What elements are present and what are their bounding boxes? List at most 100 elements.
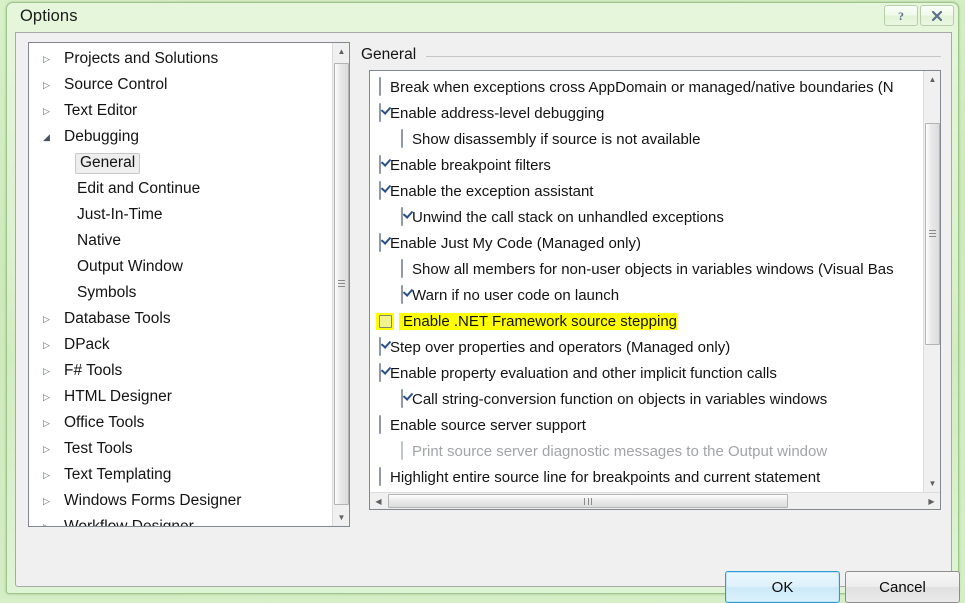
option-row[interactable]: Enable address-level debugging xyxy=(370,100,940,126)
question-mark-icon: ? xyxy=(898,9,904,23)
checkbox-unchecked-icon[interactable] xyxy=(401,259,403,278)
checkbox-wrapper xyxy=(379,363,381,382)
tree-item-edit-and-continue[interactable]: Edit and Continue xyxy=(29,176,329,202)
options-horizontal-scrollbar[interactable]: ◀ ▶ xyxy=(370,492,940,509)
tree-item-text-editor[interactable]: ▷ Text Editor xyxy=(29,98,329,124)
tree-item-label: Source Control xyxy=(64,75,168,93)
checkbox-checked-icon[interactable] xyxy=(379,103,381,122)
checkbox-unchecked-icon[interactable] xyxy=(379,314,392,328)
tree-item-label: Database Tools xyxy=(64,309,171,327)
option-row[interactable]: Enable breakpoint filters xyxy=(370,152,940,178)
checkbox-wrapper xyxy=(379,233,381,252)
chevron-right-icon[interactable]: ▷ xyxy=(41,340,59,350)
tree-item-text-templating[interactable]: ▷ Text Templating xyxy=(29,462,329,488)
checkbox-unchecked-icon[interactable] xyxy=(379,77,381,96)
chevron-right-icon[interactable]: ▷ xyxy=(41,54,59,64)
option-row[interactable]: Unwind the call stack on unhandled excep… xyxy=(370,204,940,230)
tree-item-label: Windows Forms Designer xyxy=(64,491,242,509)
tree-item-output-window[interactable]: Output Window xyxy=(29,254,329,280)
options-scroll-right-arrow[interactable]: ▶ xyxy=(923,493,940,509)
tree-scroll-up-arrow[interactable]: ▲ xyxy=(333,43,349,60)
option-row[interactable]: Highlight entire source line for breakpo… xyxy=(370,464,940,490)
tree-item-database-tools[interactable]: ▷ Database Tools xyxy=(29,306,329,332)
checkbox-checked-icon[interactable] xyxy=(401,389,403,408)
checkbox-unchecked-icon[interactable] xyxy=(379,415,381,434)
tree-item-label: Debugging xyxy=(64,127,139,145)
chevron-right-icon[interactable]: ▷ xyxy=(41,314,59,324)
ok-button[interactable]: OK xyxy=(725,571,840,603)
option-row[interactable]: Enable .NET Framework source stepping xyxy=(370,308,940,334)
chevron-right-icon[interactable]: ▷ xyxy=(41,444,59,454)
cancel-button[interactable]: Cancel xyxy=(845,571,960,603)
option-row[interactable]: Show all members for non-user objects in… xyxy=(370,256,940,282)
option-row[interactable]: Step over properties and operators (Mana… xyxy=(370,334,940,360)
section-title: General xyxy=(361,46,417,63)
option-row[interactable]: Enable Just My Code (Managed only) xyxy=(370,230,940,256)
options-scrollbar-thumb[interactable] xyxy=(925,123,940,345)
options-scroll-down-arrow[interactable]: ▼ xyxy=(924,475,940,492)
checkbox-checked-icon[interactable] xyxy=(379,337,381,356)
tree-item-html-designer[interactable]: ▷ HTML Designer xyxy=(29,384,329,410)
option-row[interactable]: Enable the exception assistant xyxy=(370,178,940,204)
checkbox-wrapper xyxy=(376,312,394,330)
chevron-right-icon[interactable]: ▷ xyxy=(41,522,59,526)
tree-item-label: Symbols xyxy=(77,283,137,301)
options-hscrollbar-thumb[interactable] xyxy=(388,494,788,508)
help-button[interactable]: ? xyxy=(884,5,918,26)
chevron-right-icon[interactable]: ▷ xyxy=(41,496,59,506)
tree-item-source-control[interactable]: ▷ Source Control xyxy=(29,72,329,98)
tree-item-test-tools[interactable]: ▷ Test Tools xyxy=(29,436,329,462)
checkbox-checked-icon[interactable] xyxy=(401,285,403,304)
tree-item-label: Projects and Solutions xyxy=(64,49,219,67)
checkbox-checked-icon[interactable] xyxy=(401,207,403,226)
chevron-right-icon[interactable]: ▷ xyxy=(41,80,59,90)
checkbox-wrapper xyxy=(379,181,381,200)
tree-item-dpack[interactable]: ▷ DPack xyxy=(29,332,329,358)
tree-item-just-in-time[interactable]: Just-In-Time xyxy=(29,202,329,228)
option-row[interactable]: Enable property evaluation and other imp… xyxy=(370,360,940,386)
checkbox-checked-icon[interactable] xyxy=(379,155,381,174)
options-vertical-scrollbar[interactable]: ▲ ▼ xyxy=(923,71,940,509)
checkbox-unchecked-icon[interactable] xyxy=(401,129,403,148)
tree-item-office-tools[interactable]: ▷ Office Tools xyxy=(29,410,329,436)
checkbox-checked-icon[interactable] xyxy=(379,363,381,382)
tree-scroll-down-arrow[interactable]: ▼ xyxy=(333,509,349,526)
options-scroll-left-arrow[interactable]: ◀ xyxy=(370,493,387,509)
option-row[interactable]: Show disassembly if source is not availa… xyxy=(370,126,940,152)
chevron-right-icon[interactable]: ▷ xyxy=(41,106,59,116)
tree-item-native[interactable]: Native xyxy=(29,228,329,254)
chevron-right-icon[interactable]: ▷ xyxy=(41,392,59,402)
option-label: Show disassembly if source is not availa… xyxy=(412,130,701,148)
tree-item-general[interactable]: General xyxy=(29,150,329,176)
tree-item-debugging[interactable]: ◢ Debugging xyxy=(29,124,329,150)
option-row[interactable]: Break when exceptions cross AppDomain or… xyxy=(370,74,940,100)
tree-item-projects-and-solutions[interactable]: ▷ Projects and Solutions xyxy=(29,46,329,72)
chevron-down-icon[interactable]: ◢ xyxy=(41,132,59,142)
checkbox-wrapper xyxy=(379,103,381,122)
checkbox-checked-icon[interactable] xyxy=(379,233,381,252)
tree-item-workflow-designer[interactable]: ▷ Workflow Designer xyxy=(29,514,329,527)
option-row[interactable]: Call string-conversion function on objec… xyxy=(370,386,940,412)
tree-item-label: DPack xyxy=(64,335,110,353)
tree-item-symbols[interactable]: Symbols xyxy=(29,280,329,306)
option-row[interactable]: Warn if no user code on launch xyxy=(370,282,940,308)
tree-item-windows-forms-designer[interactable]: ▷ Windows Forms Designer xyxy=(29,488,329,514)
close-button[interactable] xyxy=(920,5,954,26)
title-bar[interactable]: Options ? xyxy=(7,3,958,33)
chevron-right-icon[interactable]: ▷ xyxy=(41,470,59,480)
options-checkbox-list[interactable]: Break when exceptions cross AppDomain or… xyxy=(369,70,941,510)
chevron-right-icon[interactable]: ▷ xyxy=(41,418,59,428)
tree-item-label: Native xyxy=(77,231,121,249)
option-row: Print source server diagnostic messages … xyxy=(370,438,940,464)
tree-scrollbar-thumb[interactable] xyxy=(334,63,349,505)
tree-item-f-tools[interactable]: ▷ F# Tools xyxy=(29,358,329,384)
grip-icon xyxy=(338,280,345,288)
options-category-tree[interactable]: ▷ Projects and Solutions ▷ Source Control ▷ T… xyxy=(28,42,350,527)
checkbox-checked-icon[interactable] xyxy=(379,181,381,200)
option-label: Warn if no user code on launch xyxy=(412,286,620,304)
chevron-right-icon[interactable]: ▷ xyxy=(41,366,59,376)
option-row[interactable]: Enable source server support xyxy=(370,412,940,438)
tree-vertical-scrollbar[interactable]: ▲ ▼ xyxy=(332,43,349,526)
checkbox-unchecked-icon[interactable] xyxy=(379,467,381,486)
options-scroll-up-arrow[interactable]: ▲ xyxy=(924,71,940,88)
